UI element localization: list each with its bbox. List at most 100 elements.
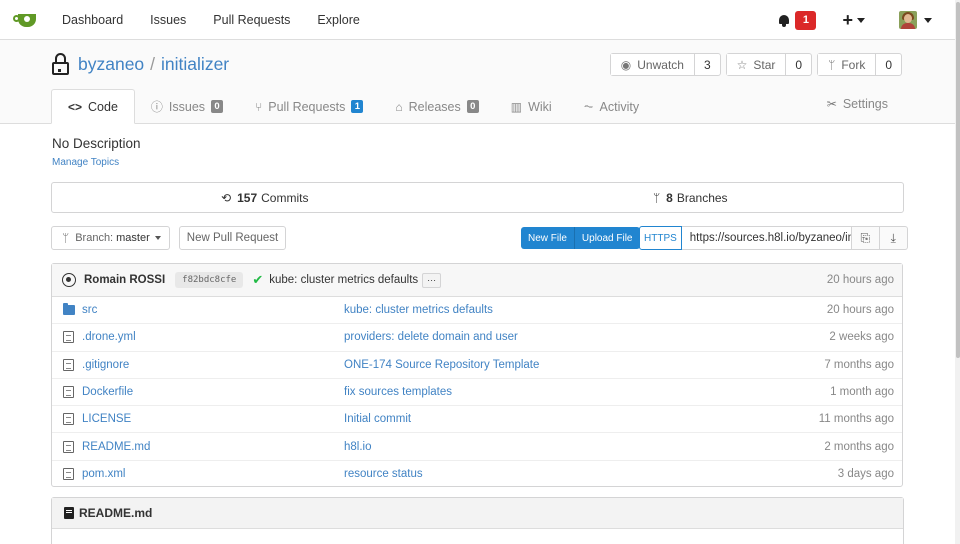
commit-expand-button[interactable]: ··· bbox=[422, 272, 442, 288]
repo-name-link[interactable]: initializer bbox=[161, 54, 229, 74]
tab-wiki[interactable]: ▥ Wiki bbox=[495, 89, 568, 124]
https-protocol-button[interactable]: HTTPS bbox=[639, 226, 682, 250]
branches-stat[interactable]: ᛘ 8 Branches bbox=[478, 183, 904, 212]
tab-pull-requests[interactable]: ⑂ Pull Requests 1 bbox=[239, 89, 379, 124]
file-name[interactable]: pom.xml bbox=[82, 468, 125, 480]
table-row: Dockerfile fix sources templates 1 month… bbox=[52, 379, 902, 407]
star-label: Star bbox=[753, 57, 776, 72]
tag-icon: ⌂ bbox=[395, 99, 403, 114]
fork-count[interactable]: 0 bbox=[876, 54, 901, 75]
commits-label: Commits bbox=[261, 190, 309, 205]
repo-tabs: <> Code ⓘ Issues 0 ⑂ Pull Requests 1 ⌂ Release… bbox=[51, 89, 655, 124]
table-row: .drone.yml providers: delete domain and … bbox=[52, 324, 902, 352]
star-count[interactable]: 0 bbox=[786, 54, 811, 75]
star-icon: ☆ bbox=[736, 57, 748, 72]
user-avatar[interactable] bbox=[899, 11, 917, 29]
scrollbar-thumb[interactable] bbox=[956, 2, 960, 358]
plus-icon[interactable]: + bbox=[842, 10, 853, 31]
file-commit-message[interactable]: h8l.io bbox=[344, 441, 372, 453]
file-name[interactable]: .drone.yml bbox=[82, 331, 136, 343]
commit-author[interactable]: Romain ROSSI bbox=[84, 274, 165, 286]
bell-icon[interactable] bbox=[778, 14, 790, 27]
file-commit-message[interactable]: providers: delete domain and user bbox=[344, 331, 518, 343]
branch-icon: ᛘ bbox=[652, 190, 661, 205]
clone-url-input[interactable]: https://sources.h8l.io/byzaneo/ini bbox=[681, 226, 852, 250]
manage-topics-link[interactable]: Manage Topics bbox=[52, 157, 119, 168]
file-commit-time: 7 months ago bbox=[824, 358, 894, 371]
file-name[interactable]: Dockerfile bbox=[82, 386, 133, 398]
file-commit-message[interactable]: resource status bbox=[344, 468, 423, 480]
readme-panel: README.md bbox=[51, 497, 904, 544]
tab-issues-label: Issues bbox=[168, 99, 206, 114]
file-commit-time: 20 hours ago bbox=[826, 304, 894, 317]
issues-count-badge: 0 bbox=[211, 100, 224, 113]
unwatch-button[interactable]: ◉ Unwatch 3 bbox=[609, 53, 721, 76]
book-icon bbox=[64, 507, 74, 519]
history-icon: ⟲ bbox=[221, 190, 232, 205]
table-row: README.md h8l.io 2 months ago bbox=[52, 433, 902, 461]
nav-explore[interactable]: Explore bbox=[317, 13, 359, 27]
repo-social-buttons: ◉ Unwatch 3 ☆ Star 0 ᛘ Fork 0 bbox=[605, 53, 902, 76]
repo-title-separator: / bbox=[150, 54, 156, 74]
tab-pull-requests-label: Pull Requests bbox=[268, 99, 346, 114]
tab-settings[interactable]: ✂ Settings bbox=[827, 97, 888, 111]
new-file-button[interactable]: New File bbox=[521, 227, 574, 249]
branch-label: Branch: bbox=[75, 232, 114, 244]
repo-header: byzaneo / initializer ◉ Unwatch 3 ☆ Star 0 ᛘ… bbox=[0, 40, 960, 124]
file-commit-message[interactable]: ONE-174 Source Repository Template bbox=[344, 359, 539, 371]
gitea-logo-icon[interactable] bbox=[13, 12, 38, 28]
commits-count: 157 bbox=[237, 190, 258, 205]
file-commit-message[interactable]: kube: cluster metrics defaults bbox=[344, 304, 493, 316]
file-icon bbox=[63, 440, 74, 453]
file-commit-message[interactable]: fix sources templates bbox=[344, 386, 452, 398]
user-menu-caret-icon[interactable] bbox=[924, 17, 932, 23]
chevron-down-icon bbox=[154, 236, 161, 240]
branches-label: Branches bbox=[676, 190, 728, 205]
commits-stat[interactable]: ⟲ 157 Commits bbox=[52, 183, 478, 212]
commit-message[interactable]: kube: cluster metrics defaults bbox=[269, 274, 418, 286]
tools-icon: ✂ bbox=[826, 97, 837, 111]
repo-owner-link[interactable]: byzaneo bbox=[78, 54, 144, 74]
commit-sha[interactable]: f82bdc8cfe bbox=[175, 272, 244, 288]
clone-panel: HTTPS https://sources.h8l.io/byzaneo/ini… bbox=[639, 226, 908, 250]
notification-badge[interactable]: 1 bbox=[795, 10, 817, 30]
tab-releases[interactable]: ⌂ Releases 0 bbox=[379, 89, 494, 124]
star-button[interactable]: ☆ Star 0 bbox=[725, 53, 813, 76]
nav-pull-requests[interactable]: Pull Requests bbox=[213, 13, 290, 27]
tab-activity[interactable]: ⏦ Activity bbox=[568, 89, 655, 124]
repo-title: byzaneo / initializer bbox=[78, 54, 229, 75]
page-scrollbar[interactable] bbox=[955, 0, 960, 544]
tab-issues[interactable]: ⓘ Issues 0 bbox=[135, 89, 239, 124]
fork-button[interactable]: ᛘ Fork 0 bbox=[817, 53, 902, 76]
branch-value: master bbox=[116, 232, 150, 244]
file-icon bbox=[63, 386, 74, 399]
unwatch-label: Unwatch bbox=[637, 57, 684, 72]
code-icon: <> bbox=[68, 99, 83, 114]
file-name[interactable]: src bbox=[82, 304, 97, 316]
tab-code[interactable]: <> Code bbox=[51, 89, 135, 124]
branch-selector[interactable]: ᛘ Branch: master bbox=[51, 226, 170, 250]
create-dropdown-caret-icon[interactable] bbox=[857, 17, 865, 23]
top-nav: Dashboard Issues Pull Requests Explore 1… bbox=[0, 0, 960, 40]
new-pull-request-button[interactable]: New Pull Request bbox=[179, 226, 286, 250]
upload-file-button[interactable]: Upload File bbox=[573, 227, 640, 249]
file-name[interactable]: README.md bbox=[82, 441, 150, 453]
watch-count[interactable]: 3 bbox=[695, 54, 720, 75]
tab-code-label: Code bbox=[88, 99, 118, 114]
lock-icon bbox=[52, 53, 69, 75]
file-commit-message[interactable]: Initial commit bbox=[344, 413, 411, 425]
repo-description: No Description bbox=[52, 136, 141, 151]
file-name[interactable]: .gitignore bbox=[82, 359, 129, 371]
nav-dashboard[interactable]: Dashboard bbox=[62, 13, 123, 27]
file-name[interactable]: LICENSE bbox=[82, 413, 131, 425]
file-commit-time: 1 month ago bbox=[830, 386, 894, 399]
tab-settings-label: Settings bbox=[842, 97, 888, 111]
table-row: LICENSE Initial commit 11 months ago bbox=[52, 406, 902, 434]
download-icon[interactable]: ⤓ bbox=[879, 226, 908, 250]
nav-issues[interactable]: Issues bbox=[150, 13, 186, 27]
tab-wiki-label: Wiki bbox=[528, 99, 552, 114]
file-commit-time: 11 months ago bbox=[818, 413, 894, 426]
file-action-buttons: New File Upload File bbox=[521, 227, 640, 249]
copy-clipboard-icon[interactable]: ⎘ bbox=[851, 226, 880, 250]
pull-request-icon: ⑂ bbox=[255, 99, 263, 114]
